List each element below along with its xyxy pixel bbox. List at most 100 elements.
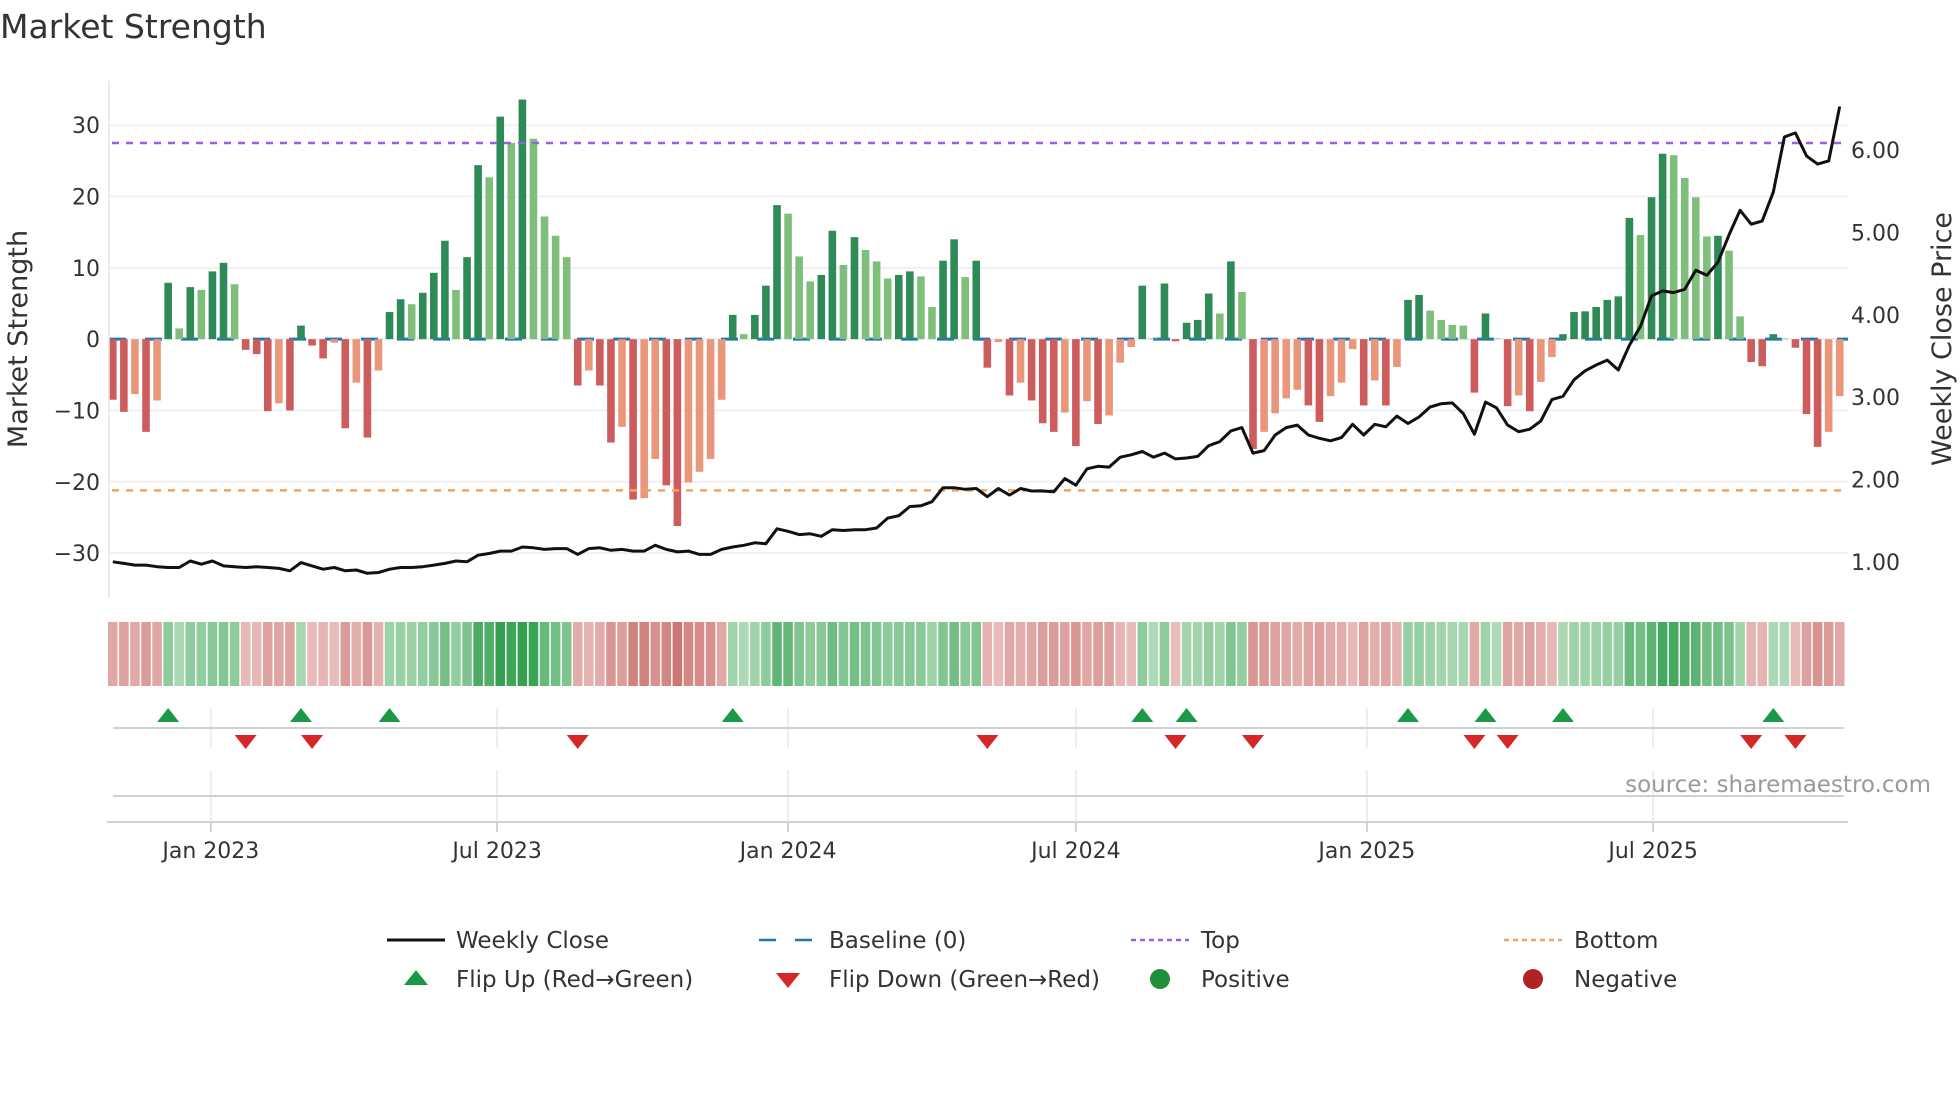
strip-cell	[108, 622, 118, 686]
strength-bar	[396, 299, 405, 340]
right-tick-label: 4.00	[1851, 304, 1900, 329]
strip-cell	[938, 622, 948, 686]
strip-cell	[1259, 622, 1269, 686]
strip-cell	[871, 622, 882, 686]
strip-cell	[905, 622, 915, 686]
strength-bar	[1559, 334, 1567, 340]
strength-bar	[1415, 294, 1423, 340]
strip-cell	[1281, 622, 1292, 686]
left-axis-label: Market Strength	[3, 230, 34, 448]
flip-up-marker	[289, 708, 312, 722]
strip-cell	[1702, 622, 1712, 686]
strip-cell	[1159, 622, 1170, 686]
strip-cell	[462, 622, 472, 686]
strip-cell	[240, 622, 251, 686]
flip-down-marker	[1496, 735, 1519, 749]
strength-bar	[1171, 339, 1180, 342]
strip-cell	[1292, 622, 1303, 686]
strip-cell	[1469, 622, 1480, 686]
flip-down-marker	[1740, 735, 1763, 749]
strength-bar	[1193, 319, 1202, 340]
strip-cell	[849, 622, 860, 686]
strip-cell	[196, 622, 207, 686]
strength-bar	[651, 339, 660, 459]
legend-negative-icon	[1523, 969, 1543, 989]
strip-cell	[1691, 622, 1701, 686]
strip-cell	[329, 622, 339, 686]
strength-bar	[1791, 339, 1800, 348]
strength-bar	[1492, 338, 1501, 340]
strip-cell	[1558, 622, 1568, 686]
strip-cell	[838, 622, 849, 686]
strength-bar	[795, 256, 803, 340]
strength-bar	[883, 278, 892, 340]
strength-bar	[784, 213, 792, 340]
strength-bar	[717, 339, 726, 400]
strength-bar	[1083, 339, 1091, 402]
strip-cell	[1192, 622, 1203, 686]
strip-cell	[1392, 622, 1402, 686]
strip-cell	[1613, 622, 1624, 686]
strength-bar	[485, 177, 493, 340]
strength-bar	[585, 339, 593, 371]
strip-cell	[262, 622, 273, 686]
strip-cell	[727, 622, 738, 686]
flip-up-marker	[1551, 708, 1574, 722]
strip-cell	[1336, 622, 1347, 686]
strength-bar	[308, 339, 316, 346]
legend-label: Positive	[1201, 967, 1290, 993]
strip-cell	[1126, 622, 1137, 686]
strength-bar	[1149, 338, 1158, 340]
strength-bar	[917, 276, 925, 340]
strip-cell	[1325, 622, 1336, 686]
strength-bar	[1581, 311, 1589, 340]
strength-bar	[1426, 310, 1434, 340]
strength-bar	[186, 287, 195, 340]
strip-cell	[1768, 622, 1779, 686]
strip-cell	[1735, 622, 1745, 686]
strength-bar	[275, 339, 283, 404]
strength-bar	[1470, 339, 1479, 393]
strength-bar	[319, 339, 327, 359]
strip-cell	[362, 622, 373, 686]
strength-bar	[850, 237, 859, 340]
strength-bar	[1669, 155, 1678, 340]
strength-bar	[1780, 338, 1789, 340]
strip-cell	[384, 622, 395, 686]
strength-bar	[1072, 339, 1080, 447]
strip-cell	[750, 622, 760, 686]
strength-bar	[1271, 339, 1279, 414]
strength-bar	[739, 334, 748, 340]
strip-cell	[1303, 622, 1314, 686]
strength-bar	[1614, 296, 1623, 340]
strip-cell	[1037, 622, 1048, 686]
x-tick-label: Jan 2023	[160, 839, 259, 864]
strength-bar	[928, 307, 936, 340]
strip-cell	[1580, 622, 1590, 686]
strength-bar	[1448, 324, 1457, 340]
strip-cell	[683, 622, 694, 686]
strip-cell	[1203, 622, 1214, 686]
strength-bar	[1016, 339, 1025, 383]
flip-up-marker	[1175, 708, 1198, 722]
legend-label: Weekly Close	[456, 928, 609, 954]
strength-bar	[596, 339, 604, 386]
strength-bar	[507, 143, 516, 340]
strength-bar	[1061, 339, 1069, 413]
strength-bar	[728, 314, 737, 340]
strip-cell	[860, 622, 871, 686]
strip-cell	[561, 622, 572, 686]
strength-bar	[529, 138, 538, 340]
left-tick-label: 0	[86, 328, 100, 353]
strength-bar	[252, 339, 261, 355]
left-tick-label: 10	[72, 257, 100, 282]
strength-bar	[1658, 153, 1667, 340]
strength-bar	[142, 339, 150, 432]
strip-cell	[971, 622, 982, 686]
strength-bar	[1315, 339, 1324, 422]
strength-bar	[894, 274, 903, 340]
flip-up-marker	[1762, 708, 1785, 722]
legend: Weekly Close Baseline (0) Top Bottom Flip Up…	[387, 928, 1677, 993]
strength-bar	[363, 339, 372, 438]
strength-bar	[219, 262, 228, 340]
